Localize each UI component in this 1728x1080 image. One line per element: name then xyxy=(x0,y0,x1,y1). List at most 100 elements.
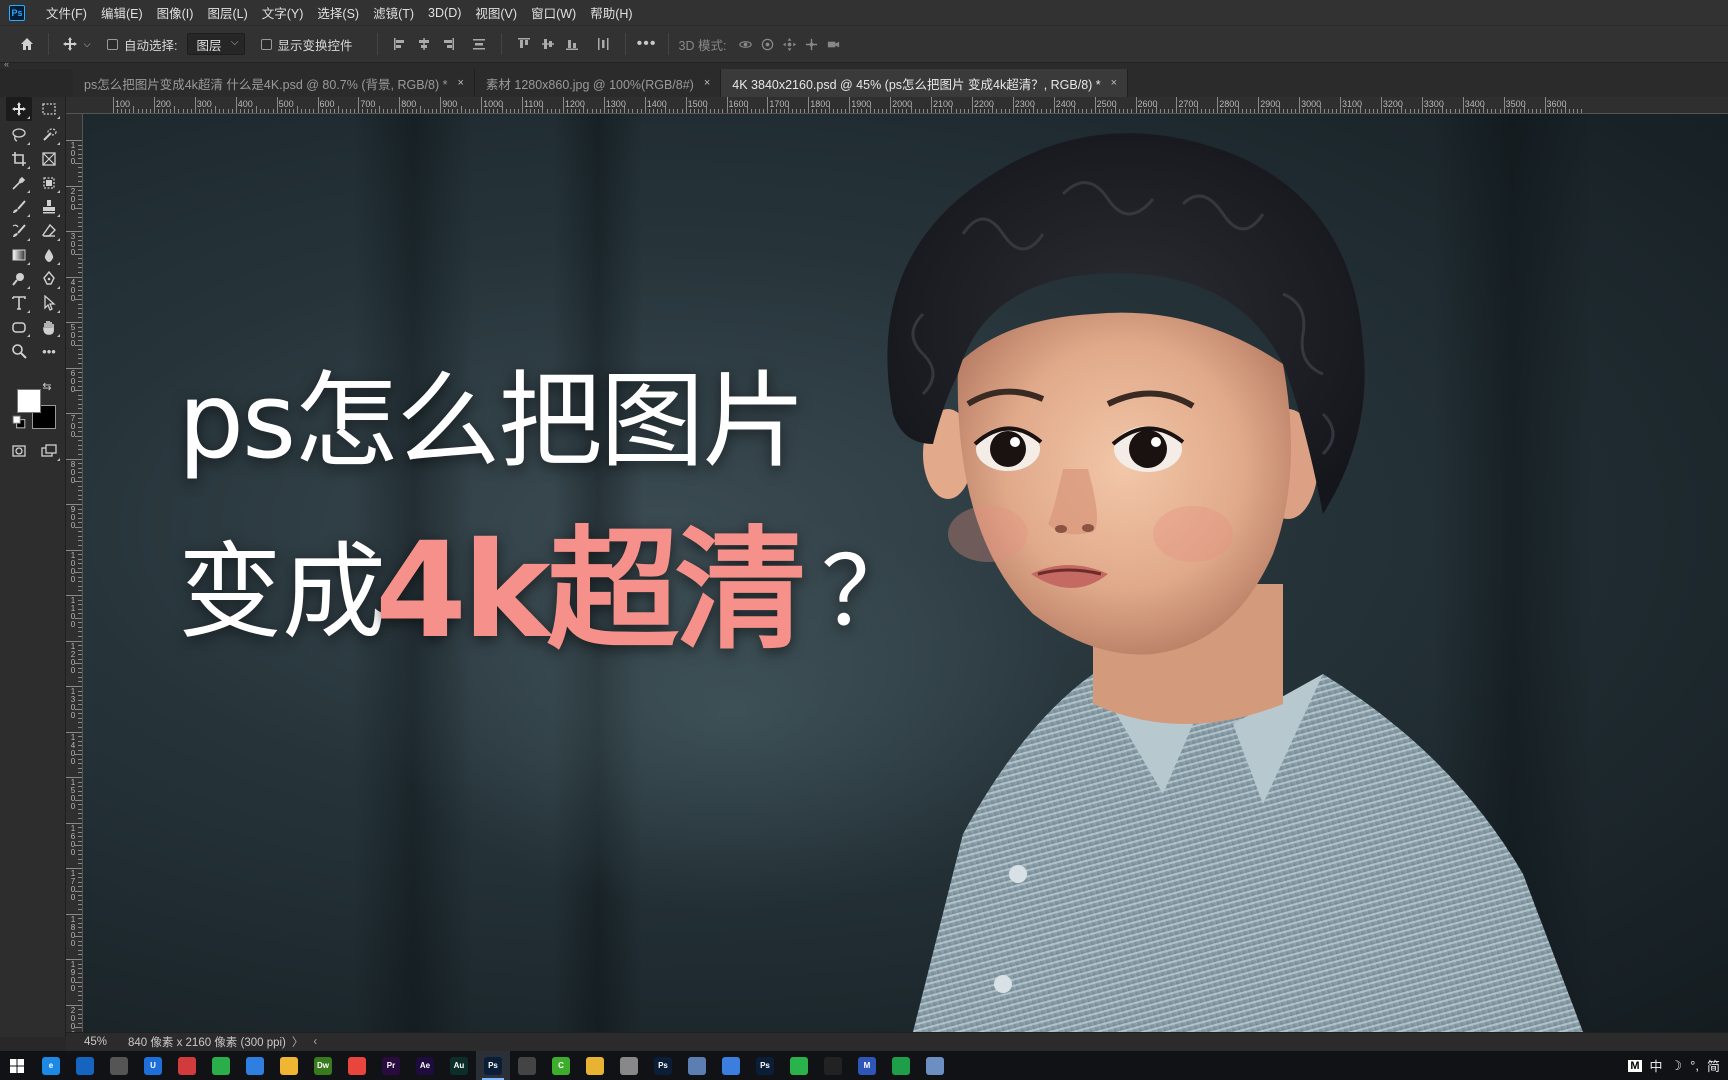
align-left-icon[interactable] xyxy=(389,33,411,55)
marquee-tool-icon[interactable] xyxy=(36,97,62,121)
align-right-icon[interactable] xyxy=(437,33,459,55)
menu-layer[interactable]: 图层(L) xyxy=(200,3,254,22)
close-icon[interactable]: × xyxy=(704,77,710,89)
taskbar-app-folder-icon[interactable] xyxy=(272,1051,306,1080)
collapse-arrows-icon[interactable]: « xyxy=(4,59,9,69)
document-info[interactable]: 840 像素 x 2160 像素 (300 ppi) xyxy=(128,1034,286,1050)
close-icon[interactable]: × xyxy=(1111,77,1117,89)
taskbar-dreamweaver-icon[interactable]: Dw xyxy=(306,1051,340,1080)
taskbar-premiere-icon[interactable]: Pr xyxy=(374,1051,408,1080)
taskbar-app-m-icon[interactable]: M xyxy=(850,1051,884,1080)
taskbar-chrome-icon[interactable] xyxy=(340,1051,374,1080)
zoom-level[interactable]: 45% xyxy=(84,1036,124,1048)
menu-filter[interactable]: 滤镜(T) xyxy=(366,3,421,22)
vertical-ruler[interactable]: 100 200 300 400 500 600 700 800 900 1000 1100 1200 1… xyxy=(66,114,83,1032)
taskbar-wechat-icon[interactable] xyxy=(204,1051,238,1080)
3d-orbit-icon[interactable] xyxy=(734,33,756,55)
3d-camera-icon[interactable] xyxy=(822,33,844,55)
quick-select-tool-icon[interactable] xyxy=(36,123,62,147)
taskbar-app-gray-icon[interactable] xyxy=(510,1051,544,1080)
taskbar-photoshop-2-icon[interactable]: Ps xyxy=(646,1051,680,1080)
menu-select[interactable]: 选择(S) xyxy=(310,3,366,22)
menu-edit[interactable]: 编辑(E) xyxy=(94,3,150,22)
chevron-down-icon[interactable]: ⌵ xyxy=(81,33,93,55)
more-tools-icon[interactable]: ••• xyxy=(36,339,62,363)
taskbar-app-play-icon[interactable] xyxy=(884,1051,918,1080)
layer-select-dropdown[interactable]: 图层 ⌵ xyxy=(187,33,245,55)
eyedropper-tool-icon[interactable] xyxy=(6,171,32,195)
default-colors-icon[interactable] xyxy=(12,415,26,429)
taskbar-photoshop-1-icon[interactable]: Ps xyxy=(476,1051,510,1080)
tab-document-1[interactable]: ps怎么把图片变成4k超清 什么是4K.psd @ 80.7% (背景, RGB… xyxy=(73,69,475,97)
menu-file[interactable]: 文件(F) xyxy=(39,3,94,22)
lasso-tool-icon[interactable] xyxy=(6,123,32,147)
taskbar-app-notes-icon[interactable] xyxy=(918,1051,952,1080)
distribute-vertical-icon[interactable] xyxy=(468,33,490,55)
taskbar-ie-arrow-icon[interactable] xyxy=(68,1051,102,1080)
taskbar-explorer-icon[interactable] xyxy=(578,1051,612,1080)
menu-type[interactable]: 文字(Y) xyxy=(255,3,311,22)
stamp-tool-icon[interactable] xyxy=(36,195,62,219)
zoom-tool-icon[interactable] xyxy=(6,339,32,363)
taskbar-capcut-icon[interactable] xyxy=(816,1051,850,1080)
menu-image[interactable]: 图像(I) xyxy=(150,3,201,22)
3d-roll-icon[interactable] xyxy=(756,33,778,55)
3d-pan-icon[interactable] xyxy=(778,33,800,55)
document-canvas[interactable]: ps怎么把图片 变成 4k超清 ？ xyxy=(83,114,1728,1032)
taskbar-app-red-icon[interactable] xyxy=(170,1051,204,1080)
hand-tool-icon[interactable] xyxy=(36,315,62,339)
eraser-tool-icon[interactable] xyxy=(36,219,62,243)
crop-tool-icon[interactable] xyxy=(6,147,32,171)
tray-item[interactable]: 中 xyxy=(1650,1056,1663,1075)
taskbar-app-doc-icon[interactable] xyxy=(680,1051,714,1080)
object-select-tool-icon[interactable] xyxy=(36,171,62,195)
taskbar-wifi-icon[interactable] xyxy=(102,1051,136,1080)
brush-tool-icon[interactable] xyxy=(6,195,32,219)
chevron-right-icon[interactable]: 〉 xyxy=(292,1034,304,1050)
move-tool-icon[interactable] xyxy=(59,33,81,55)
photoshop-logo-icon[interactable]: Ps xyxy=(9,4,25,21)
tab-document-3[interactable]: 4K 3840x2160.psd @ 45% (ps怎么把图片 变成4k超清？,… xyxy=(721,69,1129,97)
align-top-icon[interactable] xyxy=(513,33,535,55)
menu-help[interactable]: 帮助(H) xyxy=(583,3,639,22)
gradient-tool-icon[interactable] xyxy=(6,243,32,267)
taskbar-camtasia-icon[interactable]: C xyxy=(544,1051,578,1080)
distribute-horizontal-icon[interactable] xyxy=(592,33,614,55)
taskbar-app-blue-icon[interactable] xyxy=(238,1051,272,1080)
menu-window[interactable]: 窗口(W) xyxy=(524,3,583,22)
swap-colors-icon[interactable]: ⇆ xyxy=(40,379,54,393)
align-bottom-icon[interactable] xyxy=(561,33,583,55)
moon-icon[interactable]: ☽ xyxy=(1671,1058,1683,1074)
menu-3d[interactable]: 3D(D) xyxy=(421,6,468,20)
taskbar-audition-icon[interactable]: Au xyxy=(442,1051,476,1080)
taskbar-after-effects-icon[interactable]: Ae xyxy=(408,1051,442,1080)
taskbar-app-u-icon[interactable]: U xyxy=(136,1051,170,1080)
more-options-icon[interactable]: ••• xyxy=(636,33,658,55)
close-icon[interactable]: × xyxy=(457,77,463,89)
tray-item[interactable]: M xyxy=(1628,1059,1642,1072)
taskbar-photoshop-3-icon[interactable]: Ps xyxy=(748,1051,782,1080)
pen-tool-icon[interactable] xyxy=(36,267,62,291)
taskbar-app-green-icon[interactable] xyxy=(782,1051,816,1080)
quick-mask-icon[interactable] xyxy=(6,439,32,463)
chevron-left-icon[interactable]: ‹ xyxy=(313,1036,317,1048)
windows-start-icon[interactable] xyxy=(0,1051,34,1080)
tray-item[interactable]: 简 xyxy=(1707,1056,1720,1075)
history-brush-tool-icon[interactable] xyxy=(6,219,32,243)
foreground-color-swatch[interactable] xyxy=(17,389,41,413)
3d-slide-icon[interactable] xyxy=(800,33,822,55)
dodge-tool-icon[interactable] xyxy=(6,267,32,291)
blur-tool-icon[interactable] xyxy=(36,243,62,267)
shape-tool-icon[interactable] xyxy=(6,315,32,339)
horizontal-ruler[interactable]: 100 200 300 400 500 600 700 800 900 1000 1100 1200 1… xyxy=(66,97,1728,114)
tab-document-2[interactable]: 素材 1280x860.jpg @ 100%(RGB/8#) × xyxy=(474,69,722,97)
auto-select-checkbox[interactable] xyxy=(107,38,118,50)
taskbar-ie-icon[interactable]: e xyxy=(34,1051,68,1080)
taskbar-app-circles-icon[interactable] xyxy=(714,1051,748,1080)
align-middle-v-icon[interactable] xyxy=(537,33,559,55)
type-tool-icon[interactable] xyxy=(6,291,32,315)
move-tool-icon[interactable] xyxy=(6,97,32,121)
align-center-h-icon[interactable] xyxy=(413,33,435,55)
menu-view[interactable]: 视图(V) xyxy=(468,3,524,22)
show-transform-checkbox[interactable] xyxy=(260,38,272,50)
